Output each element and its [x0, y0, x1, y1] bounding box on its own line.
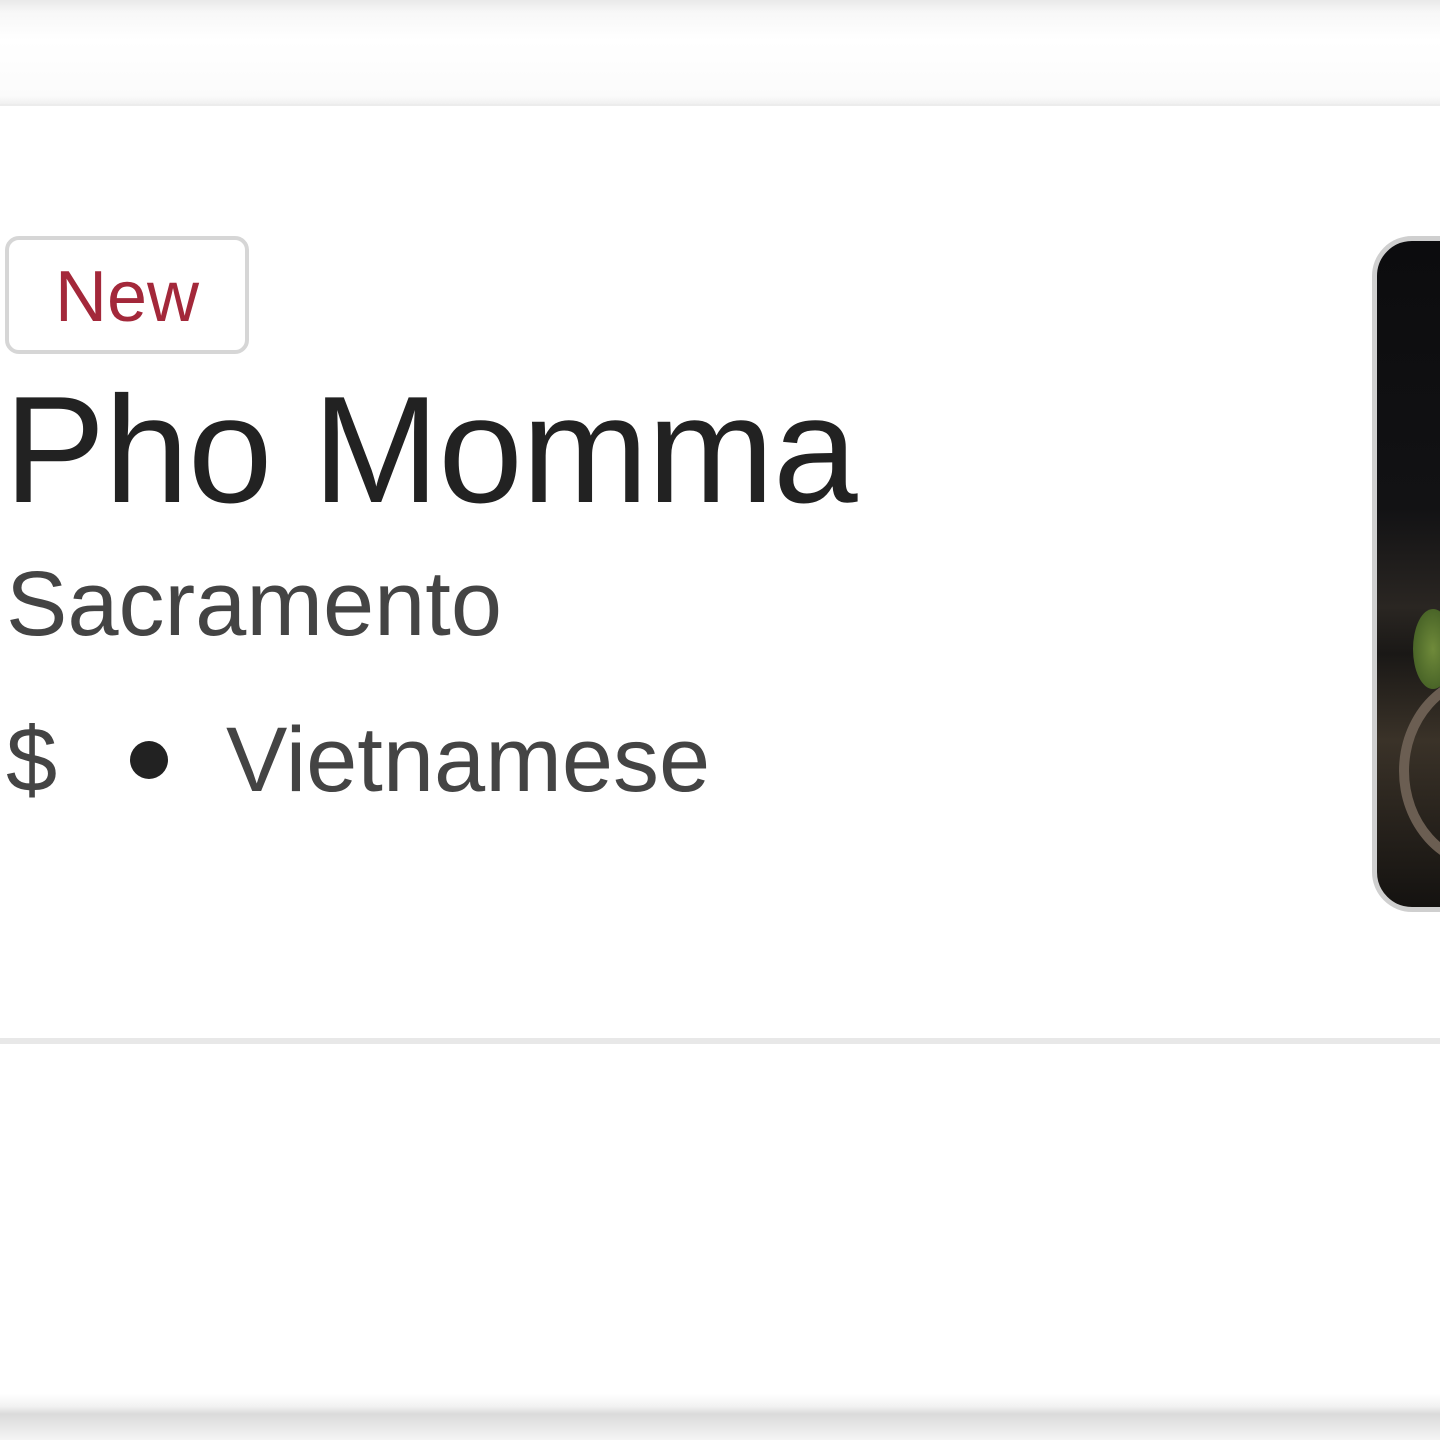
previous-card-edge	[0, 0, 1440, 104]
empty-area	[0, 1044, 1440, 1440]
restaurant-card[interactable]: New Pho Momma Sacramento $ Vietnamese	[0, 104, 1440, 1042]
restaurant-city: Sacramento	[6, 553, 503, 655]
restaurant-photo[interactable]	[1372, 236, 1440, 912]
price-level: $	[6, 709, 58, 811]
herb-garnish	[1413, 609, 1440, 689]
bowl-shape	[1399, 671, 1440, 871]
restaurant-name[interactable]: Pho Momma	[4, 374, 858, 526]
cuisine-label: Vietnamese	[226, 709, 711, 811]
page: New Pho Momma Sacramento $ Vietnamese	[0, 0, 1440, 1440]
new-badge: New	[5, 236, 249, 354]
separator-dot-icon	[130, 741, 168, 779]
restaurant-meta: $ Vietnamese	[6, 710, 710, 810]
